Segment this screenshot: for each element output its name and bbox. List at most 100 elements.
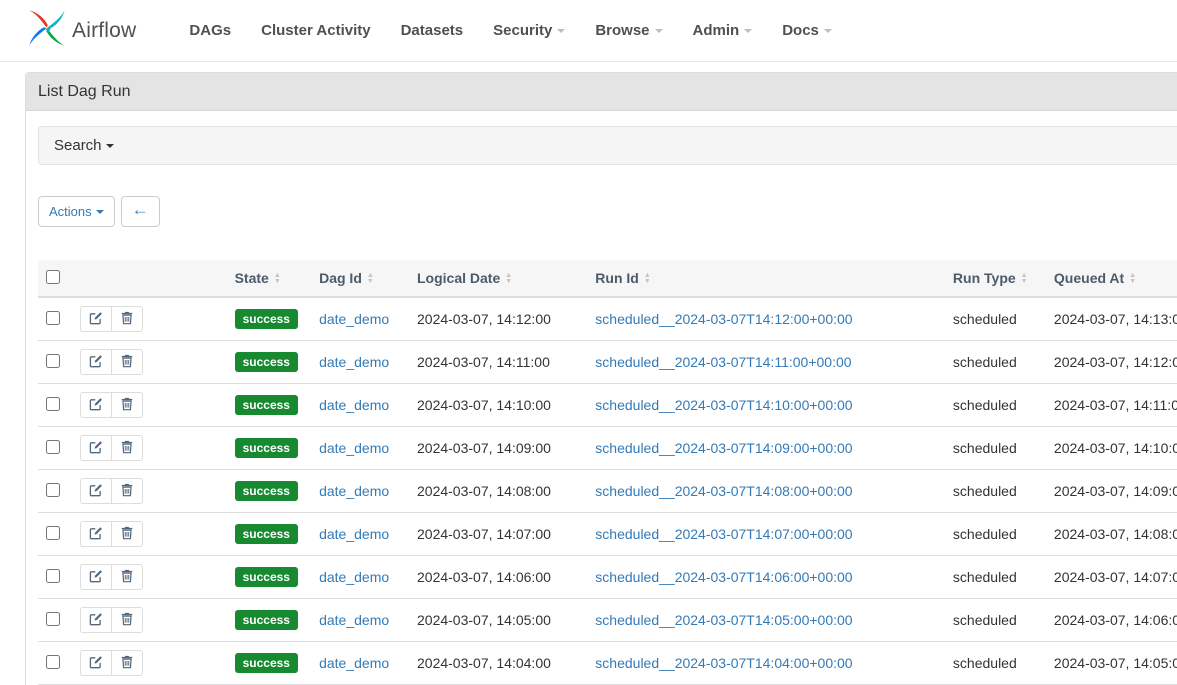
run-id-cell: scheduled__2024-03-07T14:11:00+00:00 [587,341,945,384]
dag-id-link[interactable]: date_demo [319,311,389,327]
state-cell: success [227,470,312,513]
logical-date-cell: 2024-03-07, 14:09:00 [409,427,587,470]
dag-id-link[interactable]: date_demo [319,397,389,413]
state-cell: success [227,556,312,599]
navbar: Airflow DAGs Cluster Activity Datasets S… [0,0,1177,62]
run-id-cell: scheduled__2024-03-07T14:08:00+00:00 [587,470,945,513]
row-checkbox[interactable] [46,526,60,540]
row-actions-cell [72,384,227,427]
row-checkbox[interactable] [46,655,60,669]
column-header-run-type[interactable]: Run Type▲▼ [945,260,1046,297]
column-header-state[interactable]: State▲▼ [227,260,312,297]
delete-button[interactable] [111,521,143,547]
row-select-cell [38,599,72,642]
edit-button[interactable] [80,650,111,676]
run-id-cell: scheduled__2024-03-07T14:06:00+00:00 [587,556,945,599]
queued-at-cell: 2024-03-07, 14:06:00 [1046,599,1177,642]
queued-at-cell: 2024-03-07, 14:05:00 [1046,642,1177,685]
edit-icon [89,526,103,543]
row-checkbox[interactable] [46,569,60,583]
nav-item[interactable]: Cluster Activity [246,12,385,49]
run-id-link[interactable]: scheduled__2024-03-07T14:08:00+00:00 [595,483,852,499]
dag-id-link[interactable]: date_demo [319,569,389,585]
edit-button[interactable] [80,306,111,332]
row-checkbox[interactable] [46,397,60,411]
actions-button[interactable]: Actions [38,196,115,227]
column-header-dag-id[interactable]: Dag Id▲▼ [311,260,409,297]
back-arrow-icon: ← [132,201,149,218]
run-id-link[interactable]: scheduled__2024-03-07T14:04:00+00:00 [595,655,852,671]
back-button[interactable]: ← [121,196,160,227]
trash-icon [120,483,134,500]
edit-button[interactable] [80,435,111,461]
dag-id-link[interactable]: date_demo [319,612,389,628]
column-header-queued-at[interactable]: Queued At▲▼ [1046,260,1177,297]
edit-button[interactable] [80,521,111,547]
row-checkbox[interactable] [46,354,60,368]
delete-button[interactable] [111,478,143,504]
run-id-cell: scheduled__2024-03-07T14:10:00+00:00 [587,384,945,427]
queued-at-cell: 2024-03-07, 14:12:00 [1046,341,1177,384]
row-checkbox[interactable] [46,483,60,497]
delete-button[interactable] [111,392,143,418]
column-header-logical-date[interactable]: Logical Date▲▼ [409,260,587,297]
dag-id-link[interactable]: date_demo [319,440,389,456]
row-checkbox[interactable] [46,612,60,626]
nav-item[interactable]: Admin [678,12,768,49]
edit-button[interactable] [80,392,111,418]
nav-item-label: Cluster Activity [261,22,370,39]
edit-icon [89,397,103,414]
trash-icon [120,354,134,371]
dag-id-link[interactable]: date_demo [319,354,389,370]
nav-item[interactable]: Browse [580,12,677,49]
run-id-link[interactable]: scheduled__2024-03-07T14:10:00+00:00 [595,397,852,413]
search-dropdown[interactable]: Search [38,126,1177,165]
table-row: success date_demo 2024-03-07, 14:11:00 s… [38,341,1177,384]
delete-button[interactable] [111,607,143,633]
nav-item[interactable]: Security [478,12,580,49]
trash-icon [120,655,134,672]
edit-button[interactable] [80,349,111,375]
row-select-cell [38,556,72,599]
run-type-cell: scheduled [945,384,1046,427]
row-actions-cell [72,513,227,556]
row-actions-cell [72,556,227,599]
sort-icon: ▲▼ [1021,273,1028,285]
column-header-run-id[interactable]: Run Id▲▼ [587,260,945,297]
run-id-link[interactable]: scheduled__2024-03-07T14:05:00+00:00 [595,612,852,628]
run-id-link[interactable]: scheduled__2024-03-07T14:09:00+00:00 [595,440,852,456]
delete-button[interactable] [111,435,143,461]
table-row: success date_demo 2024-03-07, 14:08:00 s… [38,470,1177,513]
select-all-checkbox[interactable] [46,270,60,284]
row-checkbox[interactable] [46,311,60,325]
row-select-cell [38,384,72,427]
dag-id-cell: date_demo [311,642,409,685]
delete-button[interactable] [111,650,143,676]
edit-button[interactable] [80,564,111,590]
dag-id-link[interactable]: date_demo [319,526,389,542]
state-cell: success [227,599,312,642]
run-id-link[interactable]: scheduled__2024-03-07T14:06:00+00:00 [595,569,852,585]
edit-icon [89,354,103,371]
run-id-link[interactable]: scheduled__2024-03-07T14:07:00+00:00 [595,526,852,542]
run-id-link[interactable]: scheduled__2024-03-07T14:12:00+00:00 [595,311,852,327]
dag-id-link[interactable]: date_demo [319,483,389,499]
run-type-cell: scheduled [945,556,1046,599]
logical-date-cell: 2024-03-07, 14:11:00 [409,341,587,384]
edit-button[interactable] [80,607,111,633]
delete-button[interactable] [111,564,143,590]
queued-at-cell: 2024-03-07, 14:08:00 [1046,513,1177,556]
nav-item[interactable]: Datasets [386,12,479,49]
row-actions-cell [72,470,227,513]
run-id-link[interactable]: scheduled__2024-03-07T14:11:00+00:00 [595,354,851,370]
nav-item[interactable]: Docs [767,12,847,49]
dag-id-cell: date_demo [311,341,409,384]
delete-button[interactable] [111,306,143,332]
page-content: List Dag Run Search Actions ← [0,72,1177,685]
airflow-logo[interactable]: Airflow [28,9,136,52]
nav-item[interactable]: DAGs [174,12,246,49]
delete-button[interactable] [111,349,143,375]
dag-id-link[interactable]: date_demo [319,655,389,671]
edit-button[interactable] [80,478,111,504]
row-checkbox[interactable] [46,440,60,454]
